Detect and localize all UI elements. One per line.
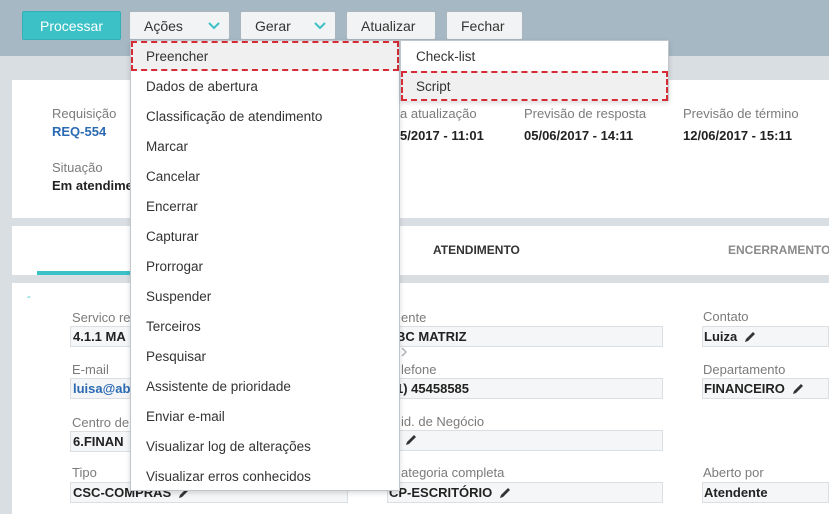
cliente-value: BC MATRIZ (396, 329, 467, 344)
preencher-submenu: Check-list Script (400, 40, 669, 101)
categoria-text: CP-ESCRITÓRIO (389, 485, 493, 500)
telefone-label: lefone (401, 362, 437, 377)
menu-item-enviar-email[interactable]: Enviar e-mail (131, 401, 399, 431)
servico-label: Servico re (72, 310, 131, 325)
processar-label: Processar (39, 17, 104, 34)
acoes-dropdown-button[interactable]: Ações (129, 11, 230, 40)
processar-button[interactable]: Processar (22, 11, 121, 40)
pencil-icon[interactable] (498, 486, 512, 500)
fechar-label: Fechar (461, 17, 505, 34)
email-value[interactable]: luisa@ab (73, 381, 130, 396)
submenu-item-script[interactable]: Script (401, 71, 668, 101)
menu-item-erros-conhecidos[interactable]: Visualizar erros conhecidos (131, 461, 399, 491)
previsao-resposta-label: Previsão de resposta (524, 106, 647, 121)
pencil-icon[interactable] (791, 382, 805, 396)
requisicao-label: Requisição (52, 106, 117, 121)
menu-item-preencher[interactable]: Preencher (131, 41, 399, 71)
menu-item-log-alteracoes[interactable]: Visualizar log de alterações (131, 431, 399, 461)
tab-atendimento[interactable]: ATENDIMENTO (433, 243, 520, 257)
pencil-icon[interactable] (743, 330, 757, 344)
menu-item-dados-abertura[interactable]: Dados de abertura (131, 71, 399, 101)
menu-item-assistente-prioridade[interactable]: Assistente de prioridade (131, 371, 399, 401)
gerar-label: Gerar (255, 17, 291, 34)
tab-encerramento[interactable]: ENCERRAMENTO (728, 243, 829, 257)
unidade-negocio-label: id. de Negócio (401, 414, 485, 429)
atualizacao-label: a atualização (400, 106, 477, 121)
menu-item-encerrar[interactable]: Encerrar (131, 191, 399, 221)
pencil-icon[interactable] (404, 433, 418, 447)
telefone-value: 1) 45458585 (396, 381, 470, 396)
menu-item-classificacao[interactable]: Classificação de atendimento (131, 101, 399, 131)
unidade-negocio-field[interactable] (387, 430, 663, 451)
aberto-por-label: Aberto por (703, 465, 764, 480)
atualizacao-value: 5/2017 - 11:01 (400, 128, 484, 143)
menu-item-marcar[interactable]: Marcar (131, 131, 399, 161)
departamento-text: FINANCEIRO (704, 381, 785, 396)
aberto-por-value: Atendente (704, 485, 768, 500)
situacao-value: Em atendime (52, 178, 133, 193)
acoes-label: Ações (144, 17, 183, 34)
previsao-termino-value: 12/06/2017 - 15:11 (683, 128, 793, 143)
situacao-label: Situação (52, 160, 103, 175)
categoria-value: CP-ESCRITÓRIO (389, 485, 512, 500)
centro-label: Centro de (72, 415, 130, 430)
submenu-item-check-list[interactable]: Check-list (401, 41, 668, 71)
contato-value: Luiza (704, 329, 757, 344)
chevron-down-icon (208, 22, 220, 30)
gerar-dropdown-button[interactable]: Gerar (240, 11, 336, 40)
contato-label: Contato (703, 309, 749, 324)
menu-item-prorrogar[interactable]: Prorrogar (131, 251, 399, 281)
tipo-label: Tipo (72, 465, 97, 480)
menu-item-cancelar[interactable]: Cancelar (131, 161, 399, 191)
cliente-label: ente (401, 310, 427, 325)
menu-item-suspender[interactable]: Suspender (131, 281, 399, 311)
menu-item-terceiros[interactable]: Terceiros (131, 311, 399, 341)
menu-item-capturar[interactable]: Capturar (131, 221, 399, 251)
chevron-down-icon (314, 22, 326, 30)
chevron-right-icon[interactable] (400, 347, 408, 357)
previsao-termino-label: Previsão de término (683, 106, 799, 121)
email-label: E-mail (72, 362, 109, 377)
fechar-button[interactable]: Fechar (446, 11, 523, 40)
contato-text: Luiza (704, 329, 738, 344)
atualizar-label: Atualizar (361, 17, 416, 34)
menu-item-pesquisar[interactable]: Pesquisar (131, 341, 399, 371)
previsao-resposta-value: 05/06/2017 - 14:11 (524, 128, 634, 143)
centro-value: 6.FINAN (73, 434, 124, 449)
requisicao-link[interactable]: REQ-554 (52, 124, 106, 139)
acoes-dropdown-menu: Preencher Dados de abertura Classificaçã… (130, 40, 400, 491)
atualizar-button[interactable]: Atualizar (346, 11, 436, 40)
categoria-label: ategoria completa (401, 465, 505, 480)
collapse-toggle[interactable]: - (27, 291, 31, 303)
departamento-value: FINANCEIRO (704, 381, 805, 396)
departamento-label: Departamento (703, 362, 786, 377)
servico-value: 4.1.1 MA (73, 329, 126, 344)
